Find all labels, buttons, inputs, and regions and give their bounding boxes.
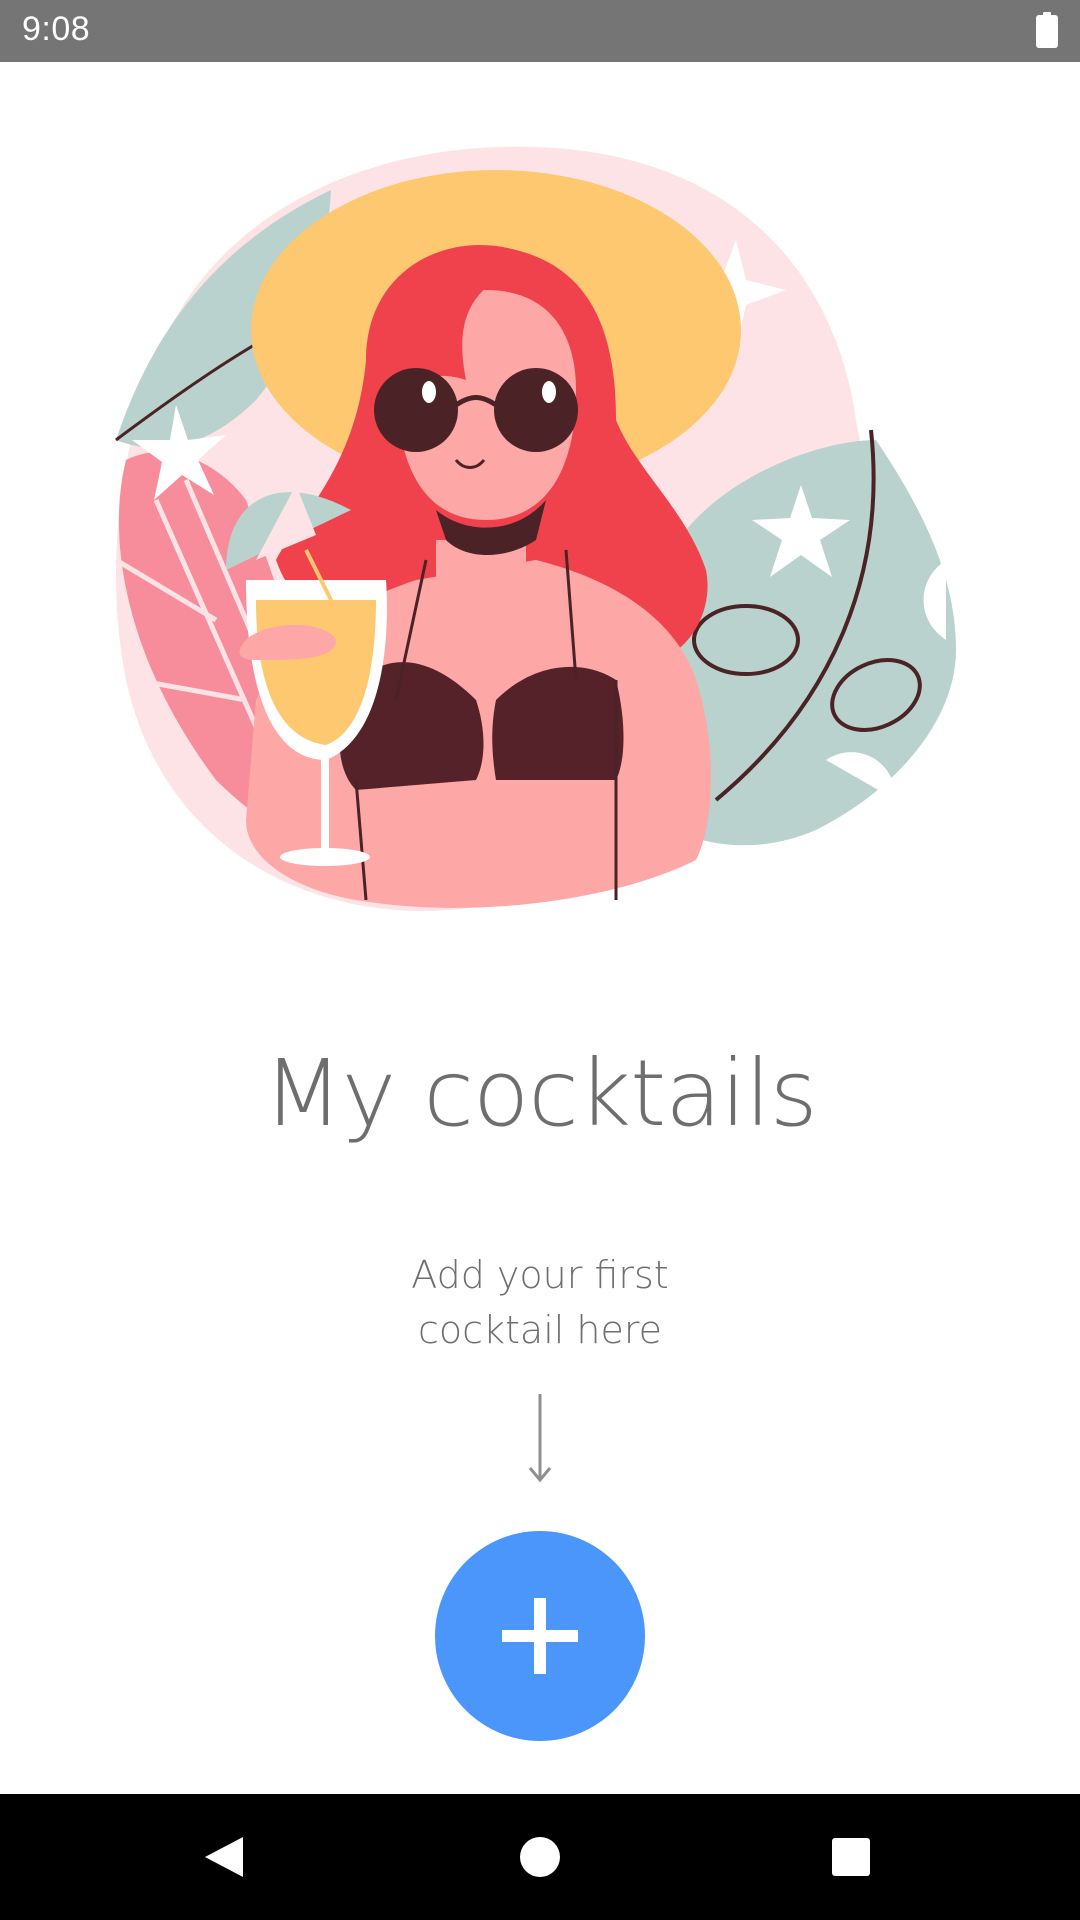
status-bar: 9:08 — [0, 0, 1080, 62]
battery-full-icon — [1036, 12, 1058, 48]
status-time: 9:08 — [22, 10, 91, 48]
home-circle-icon — [520, 1837, 560, 1877]
arrow-down-icon — [528, 1394, 552, 1483]
page-title: My cocktails — [263, 1040, 817, 1147]
hint-line-1: Add your first — [411, 1253, 669, 1297]
navigation-bar — [0, 1794, 1080, 1920]
recents-square-icon — [832, 1838, 870, 1876]
empty-state-hint: Add your first cocktail here — [0, 1248, 1080, 1358]
hint-line-2: cocktail here — [417, 1308, 663, 1352]
sunglasses-right — [494, 368, 578, 452]
nav-back-button[interactable] — [160, 1794, 290, 1920]
back-triangle-icon — [205, 1837, 243, 1877]
screen: 9:08 My cocktails Add your first cocktai… — [0, 0, 1080, 1920]
plus-icon — [502, 1598, 578, 1674]
nav-recents-button[interactable] — [786, 1794, 916, 1920]
sunglasses-left — [374, 368, 458, 452]
nav-home-button[interactable] — [475, 1794, 605, 1920]
woman-with-cocktail-illustration — [114, 146, 956, 912]
add-cocktail-button[interactable] — [435, 1531, 645, 1741]
